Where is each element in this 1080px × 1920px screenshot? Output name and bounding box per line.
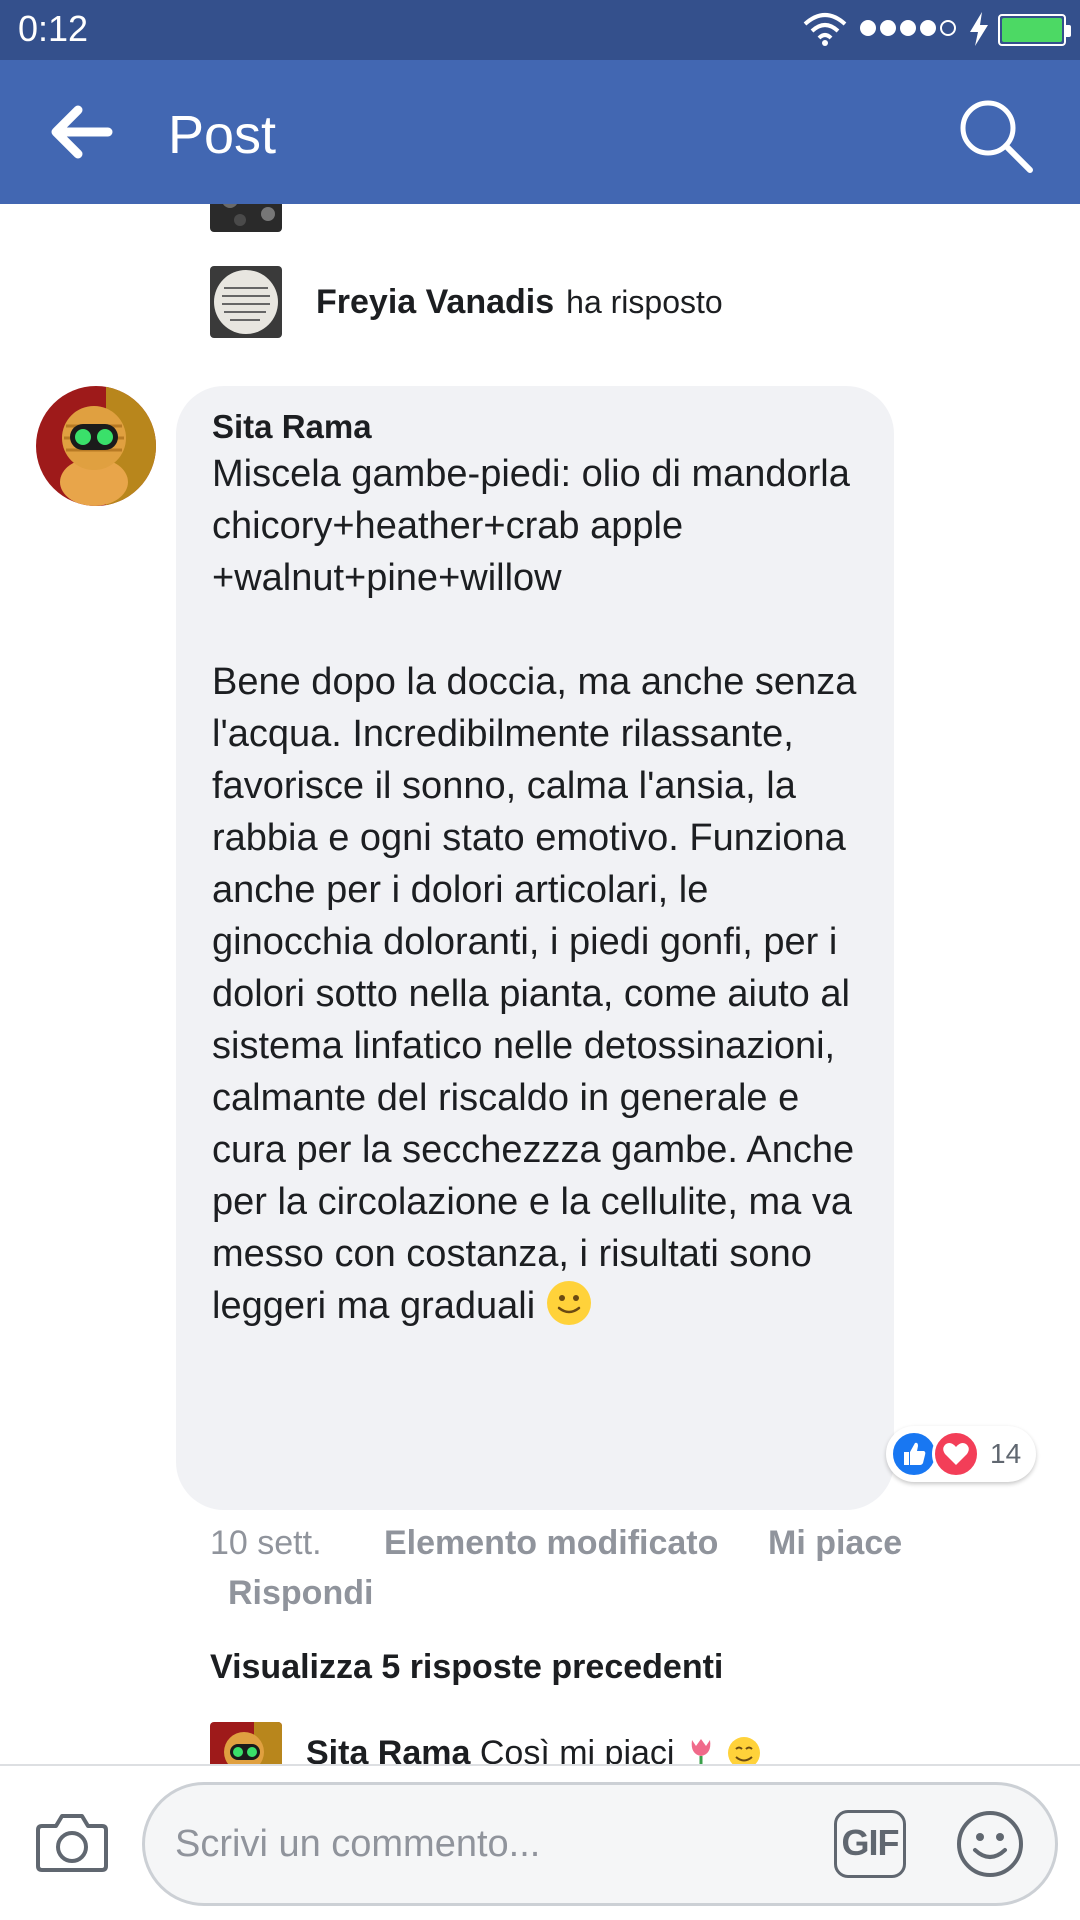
comment-bubble[interactable]: Sita Rama Miscela gambe-piedi: olio di m… (176, 386, 894, 1510)
nested-reply-text: Così mi piaci (479, 1734, 675, 1764)
reply-row-partial[interactable] (210, 204, 282, 232)
avatar[interactable] (36, 386, 156, 506)
reply-avatar (210, 266, 282, 338)
status-time: 0:12 (18, 8, 89, 49)
like-button[interactable]: Mi piace (768, 1524, 902, 1563)
reply-button[interactable]: Rispondi (228, 1574, 373, 1613)
love-reaction-icon (932, 1430, 980, 1478)
app-bar: Post (0, 60, 1080, 204)
reply-avatar (210, 204, 282, 232)
nested-reply-author[interactable]: Sita Rama (306, 1734, 470, 1764)
battery-icon (998, 14, 1071, 46)
reply-avatar (210, 1722, 282, 1764)
comment-author[interactable]: Sita Rama (212, 406, 858, 448)
reply-row[interactable]: Freyia Vanadis ha risposto (210, 266, 723, 338)
smiling-face-icon (728, 1737, 761, 1764)
reactions-summary[interactable]: 14 (886, 1426, 1036, 1482)
reaction-count: 14 (990, 1438, 1022, 1469)
search-icon[interactable] (956, 96, 1034, 174)
comment-composer: GIF (0, 1764, 1080, 1920)
edited-link[interactable]: Elemento modificato (384, 1524, 718, 1563)
gif-button[interactable]: GIF (834, 1810, 906, 1878)
slightly-smiling-face-icon (546, 1281, 591, 1325)
like-reaction-icon (890, 1430, 938, 1478)
comment-text: Miscela gambe-piedi: olio di mandorla ch… (212, 453, 857, 1327)
comment-time: 10 sett. (210, 1524, 322, 1562)
nested-reply[interactable]: Sita Rama Così mi piaci (210, 1722, 761, 1764)
camera-icon[interactable] (36, 1810, 108, 1874)
reply-action: ha risposto (566, 283, 723, 320)
tulip-icon (691, 1739, 711, 1764)
page-title: Post (168, 105, 277, 165)
status-bar: 0:12 (0, 0, 1080, 60)
wifi-icon (803, 13, 847, 46)
reply-author[interactable]: Freyia Vanadis (316, 283, 554, 321)
signal-icon (860, 20, 956, 36)
back-arrow-icon[interactable] (48, 100, 114, 164)
comment-input[interactable] (142, 1782, 1058, 1906)
charging-icon (970, 12, 988, 46)
smiley-icon[interactable] (956, 1810, 1024, 1878)
view-previous-replies[interactable]: Visualizza 5 risposte precedenti (210, 1648, 723, 1687)
comments-thread[interactable]: Freyia Vanadis ha risposto Sita Rama Misc… (0, 204, 1080, 1764)
